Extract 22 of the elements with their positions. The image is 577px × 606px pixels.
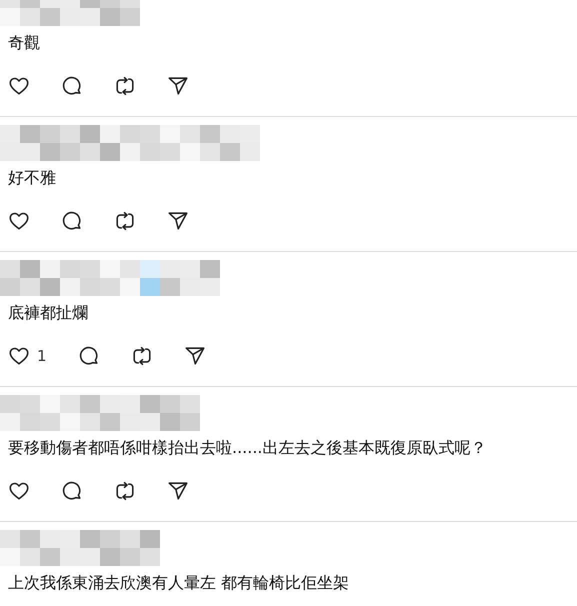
send-icon[interactable] [167, 480, 189, 502]
repost-icon[interactable] [130, 345, 153, 367]
repost-icon[interactable] [114, 75, 136, 97]
like-icon[interactable] [8, 210, 30, 232]
comment-icon[interactable] [61, 480, 83, 502]
like-icon[interactable] [8, 480, 30, 502]
send-icon[interactable] [167, 210, 189, 232]
repost-icon[interactable] [114, 480, 136, 502]
like-icon[interactable] [8, 345, 30, 367]
send-icon[interactable] [167, 75, 189, 97]
like-count: 1 [37, 347, 47, 365]
comment-icon[interactable] [78, 345, 100, 367]
comment-text: 好不雅 [7, 167, 57, 189]
comment-text: 底褲都扯爛 [7, 302, 89, 324]
comment-text: 奇觀 [7, 32, 41, 54]
comment-text: 要移動傷者都唔係咁樣抬出去啦......出左去之後基本既復原臥式呢？ [7, 437, 488, 459]
comment-icon[interactable] [61, 210, 83, 232]
repost-icon[interactable] [114, 210, 136, 232]
send-icon[interactable] [184, 345, 206, 367]
like-icon[interactable] [8, 75, 30, 97]
comment-icon[interactable] [61, 75, 83, 97]
comment-text: 上次我係東涌去欣澳有人暈左 都有輪椅比佢坐架 [7, 572, 350, 594]
